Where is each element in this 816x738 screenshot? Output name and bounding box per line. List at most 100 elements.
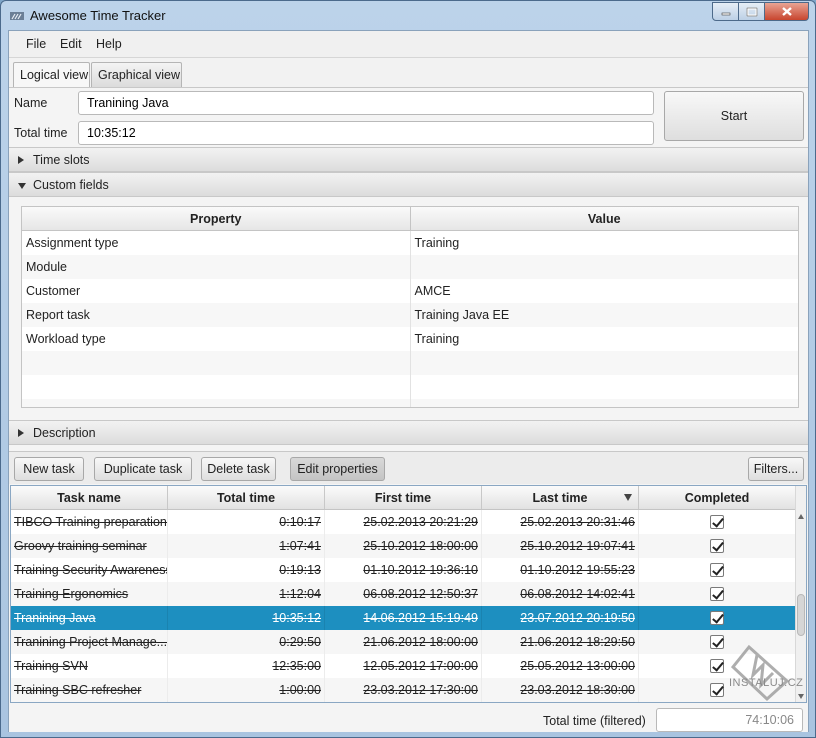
- name-input[interactable]: [78, 91, 654, 115]
- filtered-total-field[interactable]: [656, 708, 803, 732]
- table-row[interactable]: Training SVN 12:35:00 12.05.2012 17:00:00 2…: [11, 654, 796, 678]
- total-time-column-header[interactable]: Total time: [168, 486, 325, 509]
- total-time-cell: 0:29:50: [168, 630, 325, 654]
- task-name-cell: Tranining Java: [11, 606, 168, 630]
- property-value[interactable]: AMCE: [411, 279, 799, 303]
- duplicate-task-button[interactable]: Duplicate task: [94, 457, 192, 481]
- custom-fields-title: Custom fields: [33, 178, 109, 192]
- property-value[interactable]: [411, 255, 799, 279]
- table-row[interactable]: Training Security Awareness 0:19:13 01.10.…: [11, 558, 796, 582]
- task-name-cell: Training Security Awareness: [11, 558, 168, 582]
- task-name-cell: Groovy training seminar: [11, 534, 168, 558]
- property-row[interactable]: Assignment type Training: [22, 231, 798, 255]
- last-time-cell: 25.02.2013 20:31:46: [482, 510, 639, 534]
- completed-checkbox[interactable]: [710, 683, 724, 697]
- property-name: Module: [22, 255, 411, 279]
- minimize-button[interactable]: [712, 2, 739, 21]
- task-name-cell: Training SBC refresher: [11, 678, 168, 702]
- completed-cell: [639, 510, 796, 534]
- client-area: File Edit Help Logical view Graphical vi…: [8, 30, 809, 732]
- completed-checkbox[interactable]: [710, 635, 724, 649]
- property-name: Assignment type: [22, 231, 411, 255]
- completed-checkbox[interactable]: [710, 587, 724, 601]
- expand-arrow-icon: [18, 429, 24, 437]
- property-column-header[interactable]: Property: [22, 207, 411, 230]
- property-value[interactable]: Training: [411, 231, 799, 255]
- completed-checkbox[interactable]: [710, 611, 724, 625]
- description-header[interactable]: Description: [9, 420, 808, 445]
- task-table: Task name Total time First time Last tim…: [10, 485, 807, 703]
- maximize-button[interactable]: [739, 2, 765, 21]
- first-time-cell: 14.06.2012 15:19:49: [325, 606, 482, 630]
- delete-task-button[interactable]: Delete task: [201, 457, 276, 481]
- menu-file[interactable]: File: [26, 37, 46, 51]
- completed-checkbox[interactable]: [710, 563, 724, 577]
- first-time-cell: 01.10.2012 19:36:10: [325, 558, 482, 582]
- property-value[interactable]: Training: [411, 327, 799, 351]
- tab-graphical-view[interactable]: Graphical view: [91, 62, 182, 87]
- collapse-arrow-icon: [18, 183, 26, 189]
- table-row[interactable]: Tranining Project Manage... 0:29:50 21.06.…: [11, 630, 796, 654]
- watermark-logo: [730, 644, 790, 702]
- property-row[interactable]: Customer AMCE: [22, 279, 798, 303]
- first-time-cell: 25.10.2012 18:00:00: [325, 534, 482, 558]
- logical-view-panel: Name Total time Start Time slots Custom …: [9, 87, 808, 732]
- total-time-cell: 0:10:17: [168, 510, 325, 534]
- first-time-cell: 21.06.2012 18:00:00: [325, 630, 482, 654]
- new-task-button[interactable]: New task: [14, 457, 84, 481]
- property-name: Customer: [22, 279, 411, 303]
- task-toolbar: New task Duplicate task Delete task Edit…: [9, 451, 808, 484]
- empty-row: [22, 351, 798, 375]
- time-slots-header[interactable]: Time slots: [9, 147, 808, 172]
- tab-logical-view[interactable]: Logical view: [13, 62, 90, 88]
- empty-row: [22, 375, 798, 399]
- first-time-cell: 06.08.2012 12:50:37: [325, 582, 482, 606]
- time-slots-title: Time slots: [33, 153, 90, 167]
- total-time-cell: 1:00:00: [168, 678, 325, 702]
- property-row[interactable]: Report task Training Java EE: [22, 303, 798, 327]
- scroll-up-icon[interactable]: [798, 514, 804, 519]
- last-time-cell: 23.03.2012 18:30:00: [482, 678, 639, 702]
- title-bar[interactable]: Awesome Time Tracker: [1, 1, 815, 31]
- app-icon: [10, 12, 24, 20]
- last-time-cell: 21.06.2012 18:29:50: [482, 630, 639, 654]
- table-row[interactable]: Training SBC refresher 1:00:00 23.03.2012 …: [11, 678, 796, 702]
- completed-checkbox[interactable]: [710, 539, 724, 553]
- table-row-selected[interactable]: Tranining Java 10:35:12 14.06.2012 15:19:4…: [11, 606, 796, 630]
- total-time-field[interactable]: [78, 121, 654, 145]
- task-table-body: TIBCO Training preparations 0:10:17 25.02.…: [11, 510, 796, 702]
- last-time-column-header[interactable]: Last time: [482, 486, 639, 509]
- table-row[interactable]: TIBCO Training preparations 0:10:17 25.02.…: [11, 510, 796, 534]
- table-row[interactable]: Groovy training seminar 1:07:41 25.10.2012…: [11, 534, 796, 558]
- property-row[interactable]: Workload type Training: [22, 327, 798, 351]
- status-bar: Total time (filtered): [9, 705, 808, 737]
- close-button[interactable]: [765, 2, 809, 21]
- property-value[interactable]: Training Java EE: [411, 303, 799, 327]
- scroll-thumb[interactable]: [797, 594, 805, 636]
- window-title: Awesome Time Tracker: [30, 8, 166, 23]
- custom-fields-header[interactable]: Custom fields: [9, 172, 808, 197]
- property-name: Report task: [22, 303, 411, 327]
- property-name: Workload type: [22, 327, 411, 351]
- edit-properties-button[interactable]: Edit properties: [290, 457, 385, 481]
- menu-edit[interactable]: Edit: [60, 37, 82, 51]
- completed-cell: [639, 558, 796, 582]
- table-row[interactable]: Training Ergonomics 1:12:04 06.08.2012 12:…: [11, 582, 796, 606]
- task-name-cell: Training Ergonomics: [11, 582, 168, 606]
- menu-bar: File Edit Help: [9, 31, 808, 58]
- filters-button[interactable]: Filters...: [748, 457, 804, 481]
- first-time-column-header[interactable]: First time: [325, 486, 482, 509]
- completed-checkbox[interactable]: [710, 659, 724, 673]
- task-name-column-header[interactable]: Task name: [11, 486, 168, 509]
- close-icon: [781, 7, 792, 16]
- menu-help[interactable]: Help: [96, 37, 122, 51]
- minimize-icon: [721, 12, 730, 15]
- property-row[interactable]: Module: [22, 255, 798, 279]
- completed-cell: [639, 582, 796, 606]
- maximize-icon: [746, 7, 757, 16]
- completed-checkbox[interactable]: [710, 515, 724, 529]
- value-column-header[interactable]: Value: [411, 207, 799, 230]
- app-window: Awesome Time Tracker File Edit Help Logi…: [0, 0, 816, 738]
- start-button[interactable]: Start: [664, 91, 804, 141]
- completed-column-header[interactable]: Completed: [639, 486, 796, 509]
